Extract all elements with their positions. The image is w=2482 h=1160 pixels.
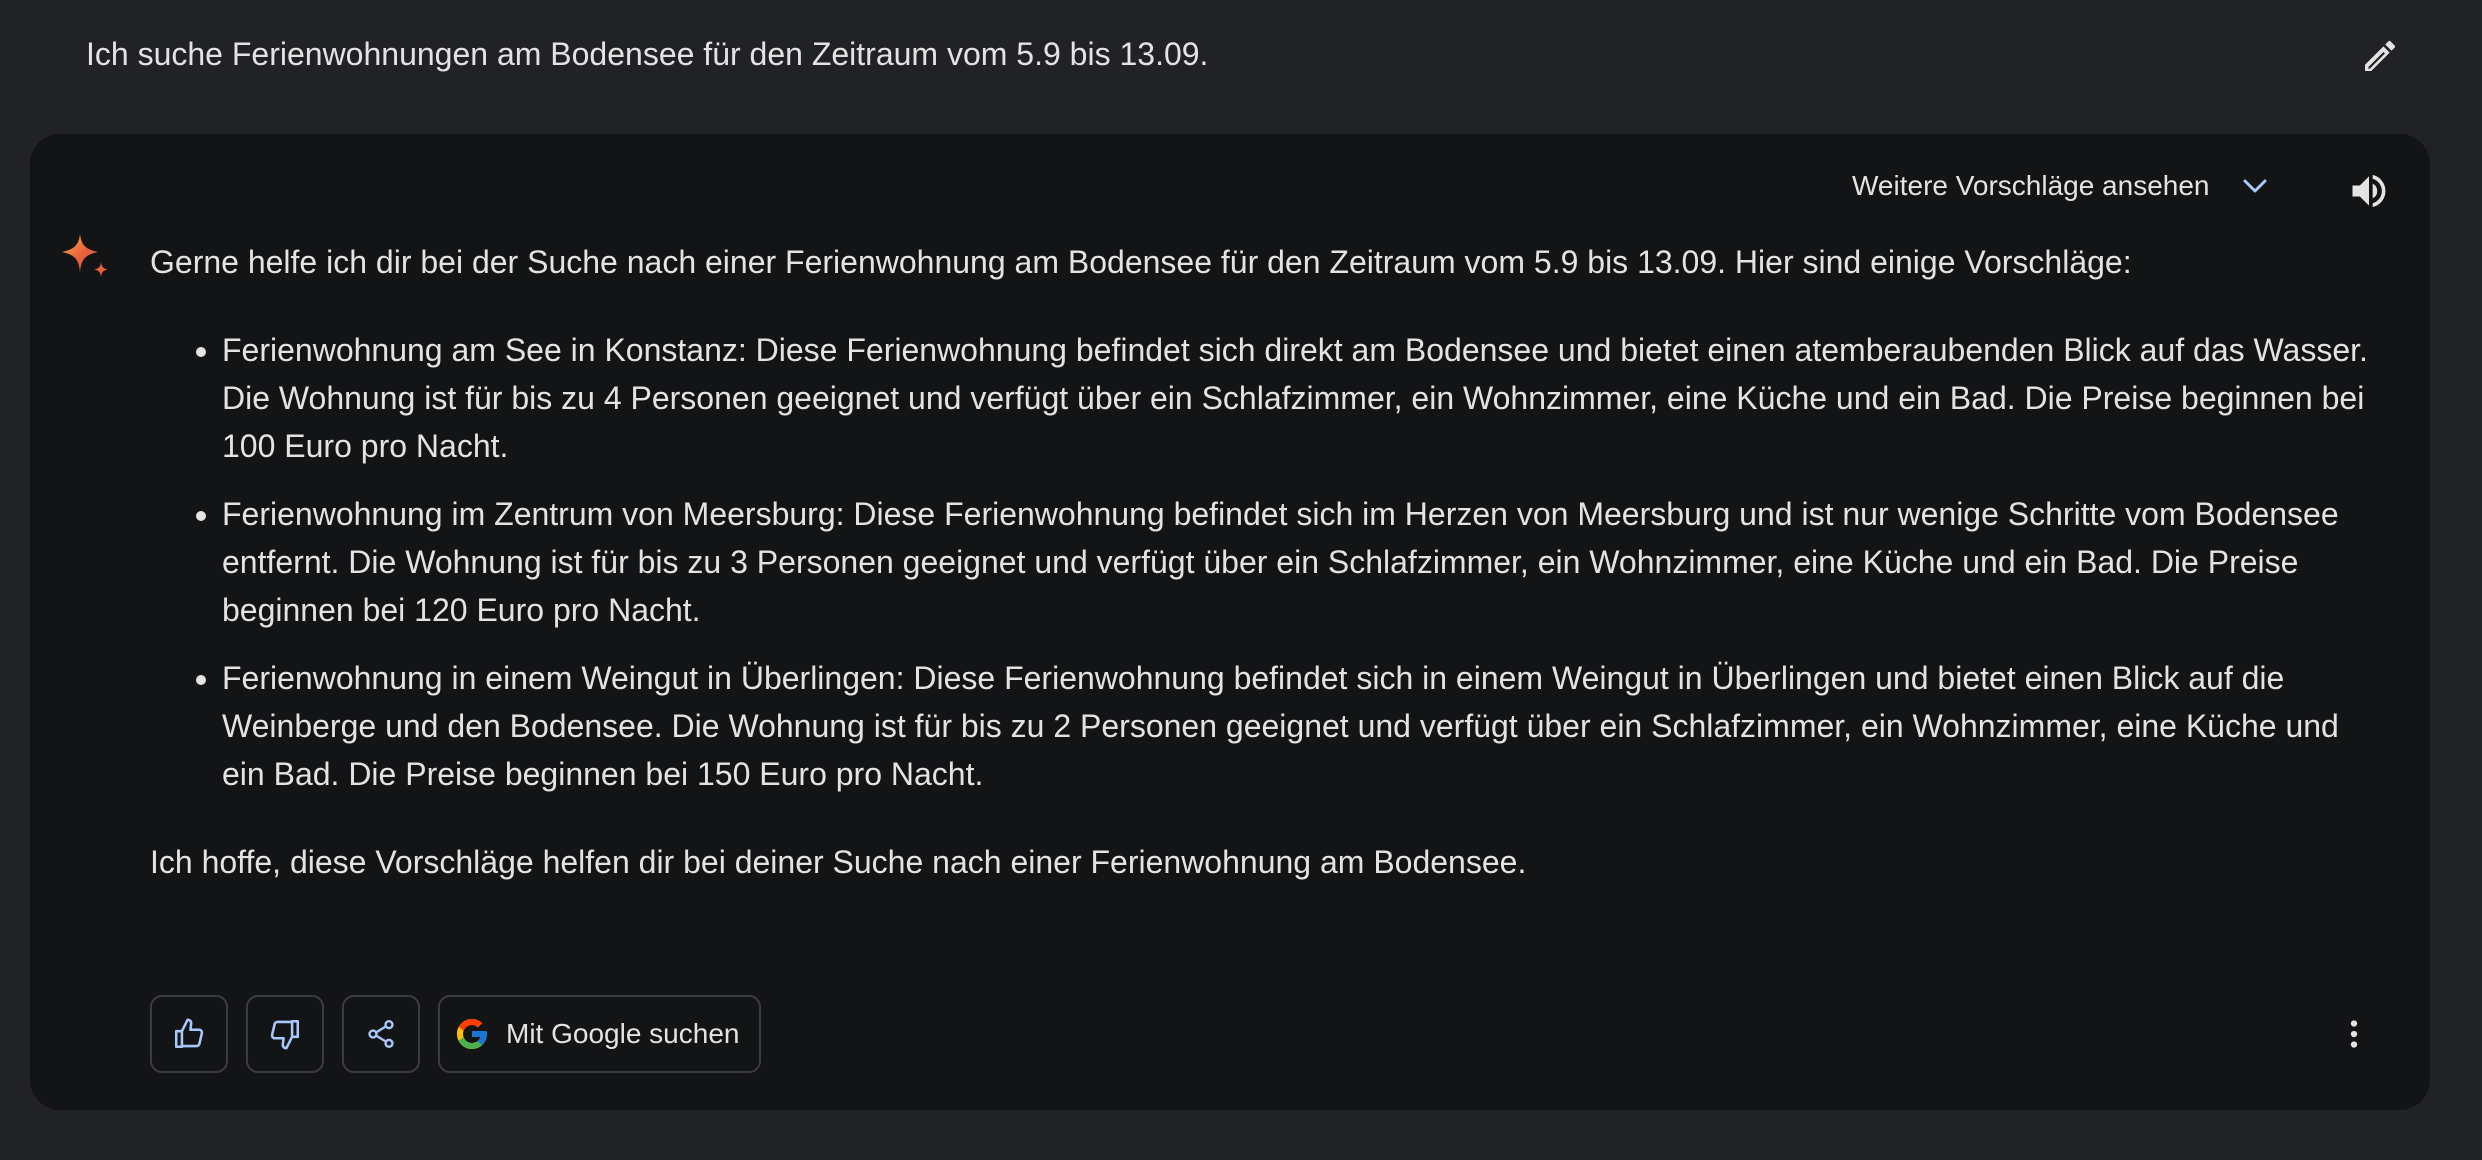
google-search-label: Mit Google suchen	[506, 1018, 740, 1049]
list-item: Ferienwohnung im Zentrum von Meersburg: …	[222, 490, 2370, 634]
more-options-button[interactable]	[2326, 1006, 2382, 1062]
thumbs-up-button[interactable]	[150, 995, 228, 1073]
response-outro: Ich hoffe, diese Vorschläge helfen dir b…	[150, 844, 1527, 880]
user-prompt-row: Ich suche Ferienwohnungen am Bodensee fü…	[0, 0, 2482, 112]
list-item: Ferienwohnung am See in Konstanz: Diese …	[222, 326, 2370, 470]
drafts-label: Weitere Vorschläge ansehen	[1852, 170, 2210, 201]
more-vert-icon	[2350, 1020, 2358, 1048]
thumbs-down-button[interactable]	[246, 995, 324, 1073]
share-icon	[368, 1020, 394, 1048]
google-search-button[interactable]: Mit Google suchen	[438, 995, 762, 1073]
chevron-down-icon	[2238, 169, 2272, 203]
response-card: Weitere Vorschläge ansehen Gerne helfe i…	[30, 134, 2430, 1110]
sparkle-icon	[62, 234, 108, 277]
suggestion-list: Ferienwohnung am See in Konstanz: Diese …	[150, 326, 2370, 798]
listen-button[interactable]	[2342, 164, 2396, 218]
pencil-icon	[2365, 40, 2396, 71]
response-actions: Mit Google suchen	[150, 994, 762, 1074]
google-g-icon	[457, 1019, 487, 1049]
thumbs-up-icon	[174, 1018, 204, 1049]
list-item: Ferienwohnung in einem Weingut in Überli…	[222, 654, 2370, 798]
chat-view: Ich suche Ferienwohnungen am Bodensee fü…	[0, 0, 2482, 1160]
volume-icon	[2352, 174, 2386, 208]
thumbs-down-icon	[270, 1019, 300, 1050]
view-other-drafts-button[interactable]: Weitere Vorschläge ansehen	[1852, 160, 2272, 212]
share-button[interactable]	[342, 995, 420, 1073]
edit-prompt-button[interactable]	[2354, 30, 2406, 82]
user-prompt-text: Ich suche Ferienwohnungen am Bodensee fü…	[86, 36, 1209, 72]
response-body: Gerne helfe ich dir bei der Suche nach e…	[150, 238, 2370, 886]
response-intro: Gerne helfe ich dir bei der Suche nach e…	[150, 244, 2132, 280]
